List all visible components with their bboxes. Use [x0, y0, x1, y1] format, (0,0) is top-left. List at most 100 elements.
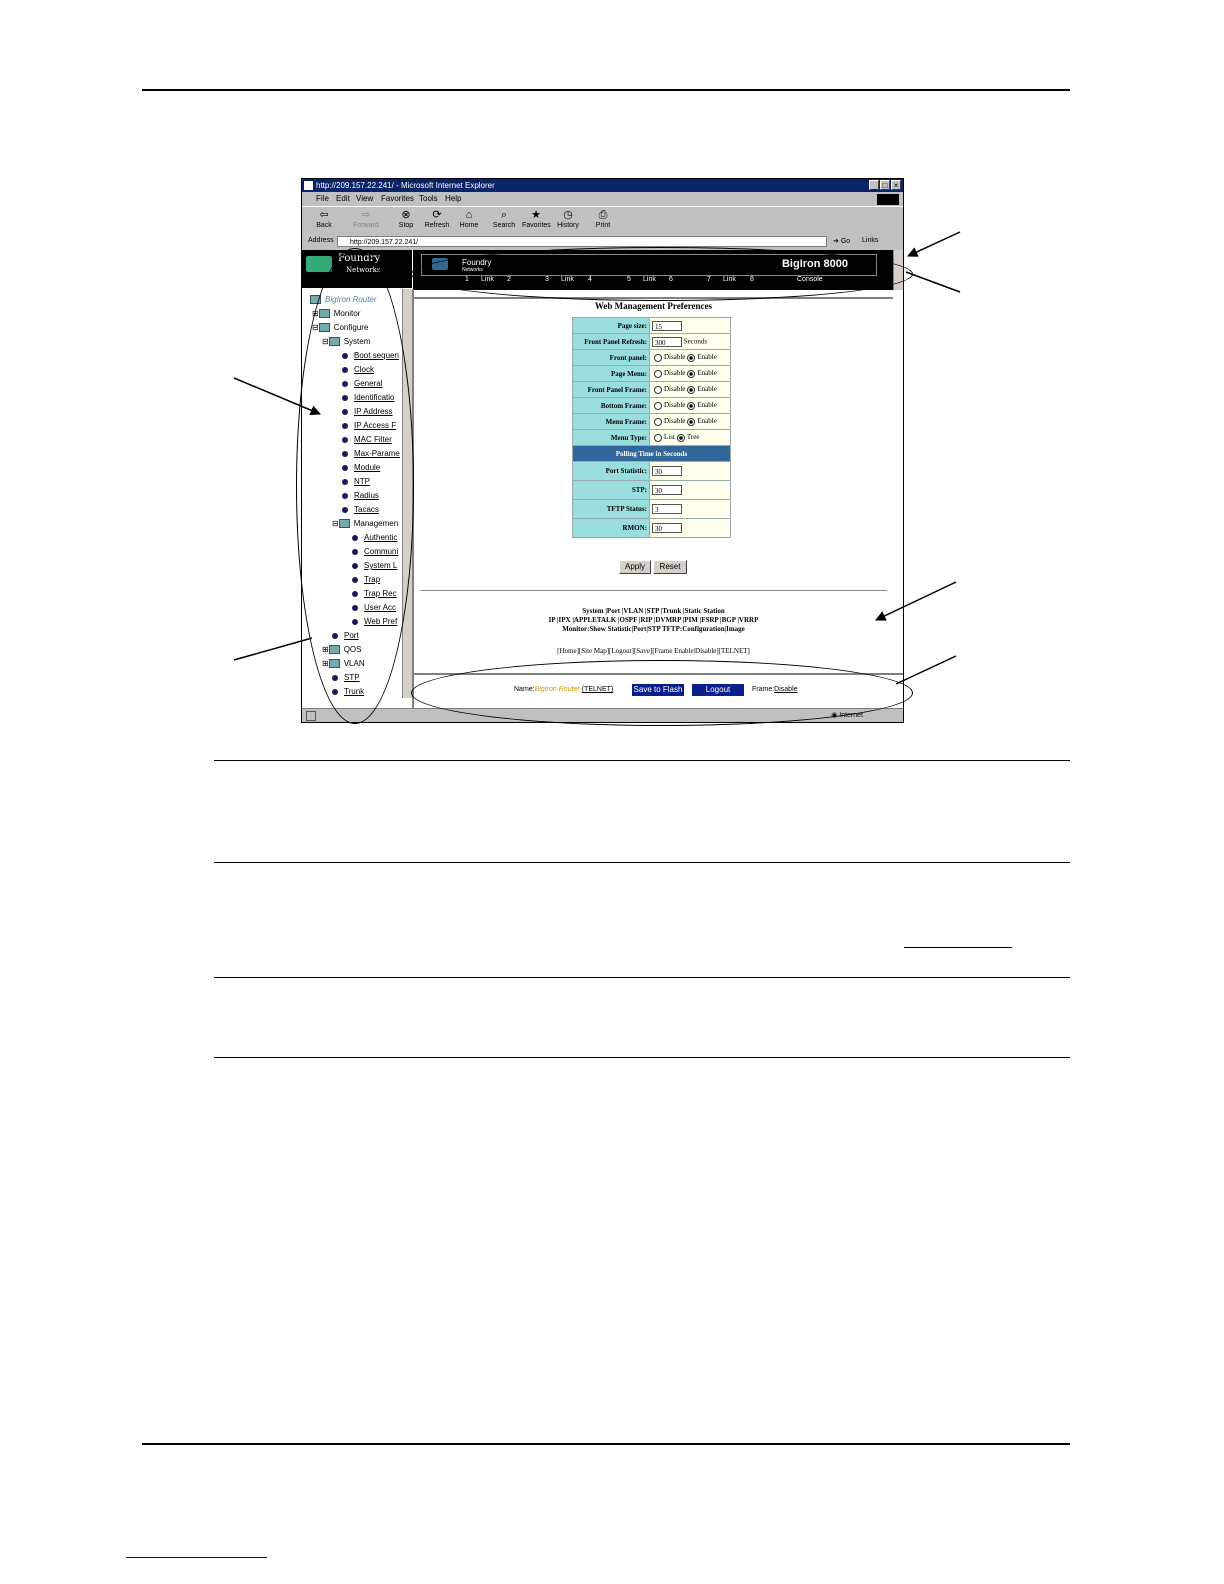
table-row: Bottom Frame: Disable Enable	[572, 397, 731, 414]
print-label: Print	[595, 222, 611, 229]
callout-panel-frame	[905, 271, 961, 293]
menu-help[interactable]: Help	[445, 194, 461, 203]
favorites-button[interactable]: ★ Favorites	[522, 209, 551, 229]
stp-label: STP:	[572, 480, 650, 500]
refresh-label: Refresh	[424, 222, 450, 229]
table-row: STP: 30	[572, 480, 731, 500]
nav-frame-ellipse	[296, 248, 414, 724]
link-row-monitor[interactable]: Monitor:Show Statistic|Port|STP TFTP:Con…	[414, 625, 893, 633]
windows-logo-icon	[877, 194, 899, 205]
back-button[interactable]: ⇦ Back	[310, 209, 338, 229]
disable-radio[interactable]	[654, 385, 662, 394]
disable-label: Disable	[664, 385, 686, 394]
main-frame: Web Management Preferences Page size: 15…	[414, 297, 893, 675]
links-button[interactable]: Links	[862, 237, 878, 244]
table-row: Polling Time in Seconds	[572, 445, 731, 462]
stop-button[interactable]: ⊗ Stop	[392, 209, 420, 229]
enable-label: Enable	[697, 353, 717, 362]
menu-tools[interactable]: Tools	[419, 194, 438, 203]
close-button[interactable]: ×	[891, 180, 901, 190]
foundry-logo-icon	[306, 256, 332, 272]
panel-frame-ellipse	[411, 247, 913, 301]
stp-input[interactable]: 30	[652, 485, 682, 495]
history-icon: ◷	[563, 209, 573, 221]
enable-radio[interactable]	[687, 417, 696, 426]
table-row: Front panel: Disable Enable	[572, 349, 731, 366]
divider	[420, 590, 887, 591]
disable-label: Disable	[664, 401, 686, 410]
table-row: RMON: 30	[572, 518, 731, 538]
search-label: Search	[492, 222, 516, 229]
refresh-label: Front Panel Refresh:	[572, 333, 650, 350]
refresh-button[interactable]: ⟳ Refresh	[423, 209, 451, 229]
callout-address-bar	[907, 231, 961, 257]
forward-label: Forward	[353, 222, 379, 229]
disable-radio[interactable]	[654, 401, 662, 410]
history-label: History	[557, 222, 579, 229]
list-radio[interactable]	[654, 433, 662, 442]
print-button[interactable]: ⎙ Print	[589, 209, 617, 229]
enable-radio[interactable]	[687, 385, 696, 394]
window-title: http://209.157.22.241/ - Microsoft Inter…	[316, 181, 495, 190]
forward-button[interactable]: ⇨ Forward	[352, 209, 380, 229]
link-underline	[904, 947, 1012, 948]
link-row-utility[interactable]: [Home][Site Map][Logout][Save][Frame Ena…	[414, 647, 893, 655]
rmon-input[interactable]: 30	[652, 523, 682, 533]
front-panel-frame-label: Front Panel Frame:	[572, 381, 650, 398]
home-button[interactable]: ⌂ Home	[455, 209, 483, 229]
port-stat-input[interactable]: 30	[652, 466, 682, 476]
maximize-button[interactable]: □	[880, 180, 890, 190]
address-label: Address	[308, 237, 334, 244]
menu-edit[interactable]: Edit	[336, 194, 350, 203]
rmon-label: RMON:	[572, 518, 650, 538]
minimize-button[interactable]: _	[869, 180, 879, 190]
title-bar: http://209.157.22.241/ - Microsoft Inter…	[302, 179, 903, 192]
enable-radio[interactable]	[687, 353, 696, 362]
search-icon: ⌕	[500, 209, 508, 221]
refresh-input[interactable]: 300	[652, 336, 682, 347]
apply-button[interactable]: Apply	[619, 560, 651, 574]
link-row-protocols[interactable]: IP |IPX |APPLETALK |OSPF |RIP |DVMRP |PI…	[414, 616, 893, 624]
link-row-config[interactable]: System |Port |VLAN |STP |Trunk |Static S…	[414, 607, 893, 615]
go-button[interactable]: ➜ Go	[833, 237, 850, 245]
disable-label: Disable	[664, 417, 686, 426]
disable-radio[interactable]	[654, 353, 662, 362]
disable-label: Disable	[664, 353, 686, 362]
table-row: Front Panel Frame: Disable Enable	[572, 381, 731, 398]
tftp-label: TFTP Status:	[572, 499, 650, 519]
page-size-input[interactable]: 15	[652, 320, 682, 331]
enable-radio[interactable]	[687, 369, 696, 378]
tftp-input[interactable]: 3	[652, 504, 682, 514]
disable-radio[interactable]	[654, 369, 662, 378]
home-icon: ⌂	[465, 209, 473, 221]
table-row: Front Panel Refresh: 300 Seconds	[572, 333, 731, 350]
menu-favorites[interactable]: Favorites	[381, 194, 414, 203]
history-button[interactable]: ◷ History	[554, 209, 582, 229]
menu-file[interactable]: File	[316, 194, 329, 203]
table-rule-1	[214, 760, 1070, 761]
favorites-label: Favorites	[522, 222, 551, 229]
search-button[interactable]: ⌕ Search	[490, 209, 518, 229]
table-row: Port Statistic: 30	[572, 461, 731, 481]
menu-bar: File Edit View Favorites Tools Help	[302, 193, 903, 205]
toolbar: ⇦ Back ⇨ Forward ⊗ Stop ⟳ Refresh ⌂ Home ⌕ Sea…	[302, 206, 903, 235]
address-input[interactable]: http://209.157.22.241/	[337, 236, 827, 247]
reset-button[interactable]: Reset	[653, 560, 687, 574]
favorites-icon: ★	[531, 209, 541, 221]
front-panel-label: Front panel:	[572, 349, 650, 366]
tree-radio[interactable]	[676, 433, 685, 442]
refresh-unit: Seconds	[683, 337, 708, 346]
menu-type-label: Menu Type:	[572, 429, 650, 446]
forward-arrow-icon: ⇨	[361, 209, 371, 221]
go-label: Go	[840, 238, 851, 245]
menu-view[interactable]: View	[356, 194, 373, 203]
table-row: Menu Type: List Tree	[572, 429, 731, 446]
table-rule-4	[214, 1057, 1070, 1058]
back-arrow-icon: ⇦	[319, 209, 329, 221]
disable-radio[interactable]	[654, 417, 662, 426]
header-rule	[142, 89, 1070, 91]
print-icon: ⎙	[598, 209, 608, 221]
enable-radio[interactable]	[687, 401, 696, 410]
table-row: Page size: 15	[572, 317, 731, 334]
footer-link-underline	[126, 1557, 267, 1558]
